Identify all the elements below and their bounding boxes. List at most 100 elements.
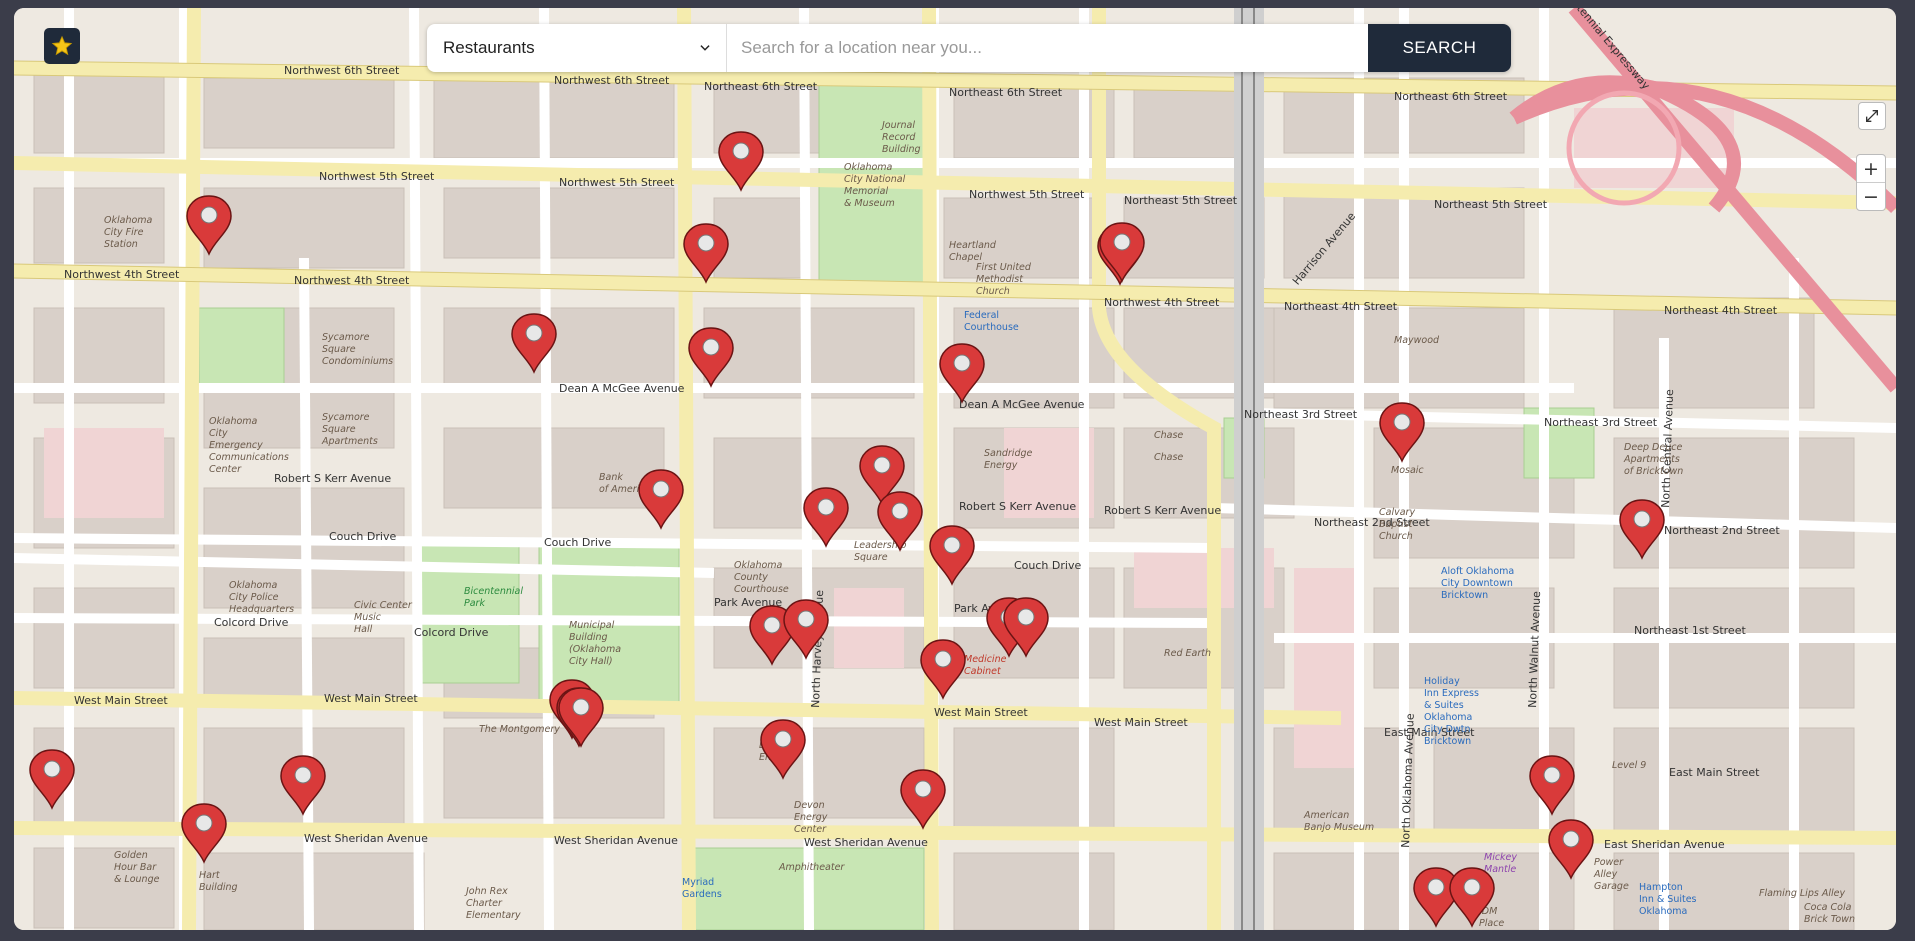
svg-text:Dean A McGee Avenue: Dean A McGee Avenue [959,398,1085,411]
svg-text:Energy: Energy [984,460,1018,471]
svg-text:Courthouse: Courthouse [734,584,789,595]
svg-text:Journal: Journal [880,120,915,131]
svg-text:Building: Building [199,882,238,893]
svg-text:Inn & Suites: Inn & Suites [1639,894,1697,905]
svg-text:Bricktown: Bricktown [1441,590,1488,601]
svg-text:Music: Music [354,612,382,623]
svg-text:Civic Center: Civic Center [354,600,413,611]
svg-text:Hour Bar: Hour Bar [114,862,157,873]
svg-text:City National: City National [844,174,906,185]
svg-text:Flaming Lips Alley: Flaming Lips Alley [1759,888,1845,899]
svg-text:Mickey: Mickey [1484,852,1517,863]
svg-text:West Sheridan Avenue: West Sheridan Avenue [554,834,678,847]
svg-text:Myriad: Myriad [682,877,714,888]
svg-text:John Rex: John Rex [464,886,508,897]
svg-text:Municipal: Municipal [569,620,615,631]
category-select[interactable]: Restaurants [427,24,727,72]
svg-text:Northwest 4th Street: Northwest 4th Street [294,274,410,287]
svg-text:Northeast 3rd Street: Northeast 3rd Street [1544,416,1658,429]
search-bar: Restaurants SEARCH [427,24,1511,72]
svg-text:Courthouse: Courthouse [964,322,1019,333]
svg-text:Couch Drive: Couch Drive [544,536,611,549]
svg-text:Chapel: Chapel [949,252,982,263]
svg-text:Calvary: Calvary [1379,507,1415,518]
svg-text:Church: Church [976,286,1010,297]
svg-text:Station: Station [104,239,138,250]
svg-text:Oklahoma: Oklahoma [229,580,278,591]
svg-text:First United: First United [976,262,1032,273]
svg-text:Northeast 1st Street: Northeast 1st Street [1634,624,1746,637]
svg-text:Maywood: Maywood [1394,335,1440,346]
expand-icon [1866,110,1878,122]
svg-text:City Fire: City Fire [104,227,144,238]
svg-text:Northwest 4th Street: Northwest 4th Street [64,268,180,281]
svg-text:Mosaic: Mosaic [1391,465,1424,476]
svg-text:& Lounge: & Lounge [114,874,160,885]
svg-text:Methodist: Methodist [976,274,1024,285]
svg-text:Northeast 2nd Street: Northeast 2nd Street [1664,524,1780,537]
search-button[interactable]: SEARCH [1368,24,1511,72]
svg-text:Northwest 6th Street: Northwest 6th Street [284,64,400,77]
svg-text:Northeast 6th Street: Northeast 6th Street [1394,90,1508,103]
svg-text:Center: Center [794,824,827,835]
svg-text:Red Earth: Red Earth [1164,648,1211,659]
svg-text:(Oklahoma: (Oklahoma [569,644,621,655]
svg-text:East Sheridan Avenue: East Sheridan Avenue [1604,838,1725,851]
svg-text:Oklahoma: Oklahoma [1424,712,1472,723]
svg-text:Condominiums: Condominiums [322,356,393,367]
svg-text:Northeast 5th Street: Northeast 5th Street [1124,194,1238,207]
svg-text:West Main Street: West Main Street [934,706,1028,719]
svg-text:Cabinet: Cabinet [964,666,1002,677]
svg-text:Energy: Energy [794,812,828,823]
svg-text:& Suites: & Suites [1424,700,1464,711]
svg-text:Bricktown: Bricktown [1424,736,1471,747]
svg-text:Hart: Hart [199,870,221,881]
svg-text:Record: Record [882,132,916,143]
zoom-controls: + − [1856,154,1886,211]
svg-text:Robert S Kerr Avenue: Robert S Kerr Avenue [274,472,391,485]
svg-text:Holiday: Holiday [1424,676,1460,687]
svg-text:Amphitheater: Amphitheater [778,862,845,873]
svg-text:Chase: Chase [1154,452,1183,463]
svg-text:Building: Building [882,144,921,155]
svg-text:Place: Place [1479,918,1504,929]
category-value: Restaurants [443,38,535,57]
svg-text:Charter: Charter [466,898,503,909]
svg-text:Inn Express: Inn Express [1424,688,1479,699]
zoom-out-button[interactable]: − [1857,183,1885,210]
svg-text:City Downtown: City Downtown [1441,578,1513,589]
svg-text:Northwest 5th Street: Northwest 5th Street [559,176,675,189]
svg-text:Oklahoma: Oklahoma [734,560,783,571]
svg-text:West Main Street: West Main Street [74,694,168,707]
svg-text:Sycamore: Sycamore [322,412,370,423]
map-canvas[interactable]: Northwest 6th Street Northwest 6th Stree… [14,8,1896,930]
svg-text:Oklahoma: Oklahoma [104,215,153,226]
svg-text:Center: Center [209,464,242,475]
svg-text:Coca Cola: Coca Cola [1804,902,1852,913]
svg-text:Deep Deuce: Deep Deuce [1624,442,1682,453]
favorites-button[interactable] [44,28,80,64]
svg-text:Golden: Golden [114,850,148,861]
rail-corridor [1234,8,1264,930]
svg-text:Building: Building [569,632,608,643]
svg-text:Oklahoma: Oklahoma [844,162,893,173]
svg-text:Square: Square [322,424,356,435]
svg-text:Northwest 5th Street: Northwest 5th Street [969,188,1085,201]
svg-text:Garage: Garage [1594,881,1629,892]
svg-text:Memorial: Memorial [844,186,888,197]
svg-text:West Main Street: West Main Street [324,692,418,705]
map-container[interactable]: Northwest 6th Street Northwest 6th Stree… [14,8,1896,930]
svg-text:East Main Street: East Main Street [1669,766,1760,779]
zoom-in-button[interactable]: + [1857,155,1885,183]
svg-text:Colcord Drive: Colcord Drive [414,626,489,639]
location-search-input[interactable] [727,24,1368,72]
fullscreen-button[interactable] [1858,102,1886,130]
svg-text:Northeast 4th Street: Northeast 4th Street [1664,304,1778,317]
star-icon [51,35,73,56]
svg-text:Level 9: Level 9 [1612,760,1646,771]
svg-text:Couch Drive: Couch Drive [329,530,396,543]
svg-text:Baptist: Baptist [1379,519,1414,530]
svg-text:Bank: Bank [599,472,623,483]
svg-text:Robert S Kerr Avenue: Robert S Kerr Avenue [959,500,1076,513]
svg-text:West Main Street: West Main Street [1094,716,1188,729]
